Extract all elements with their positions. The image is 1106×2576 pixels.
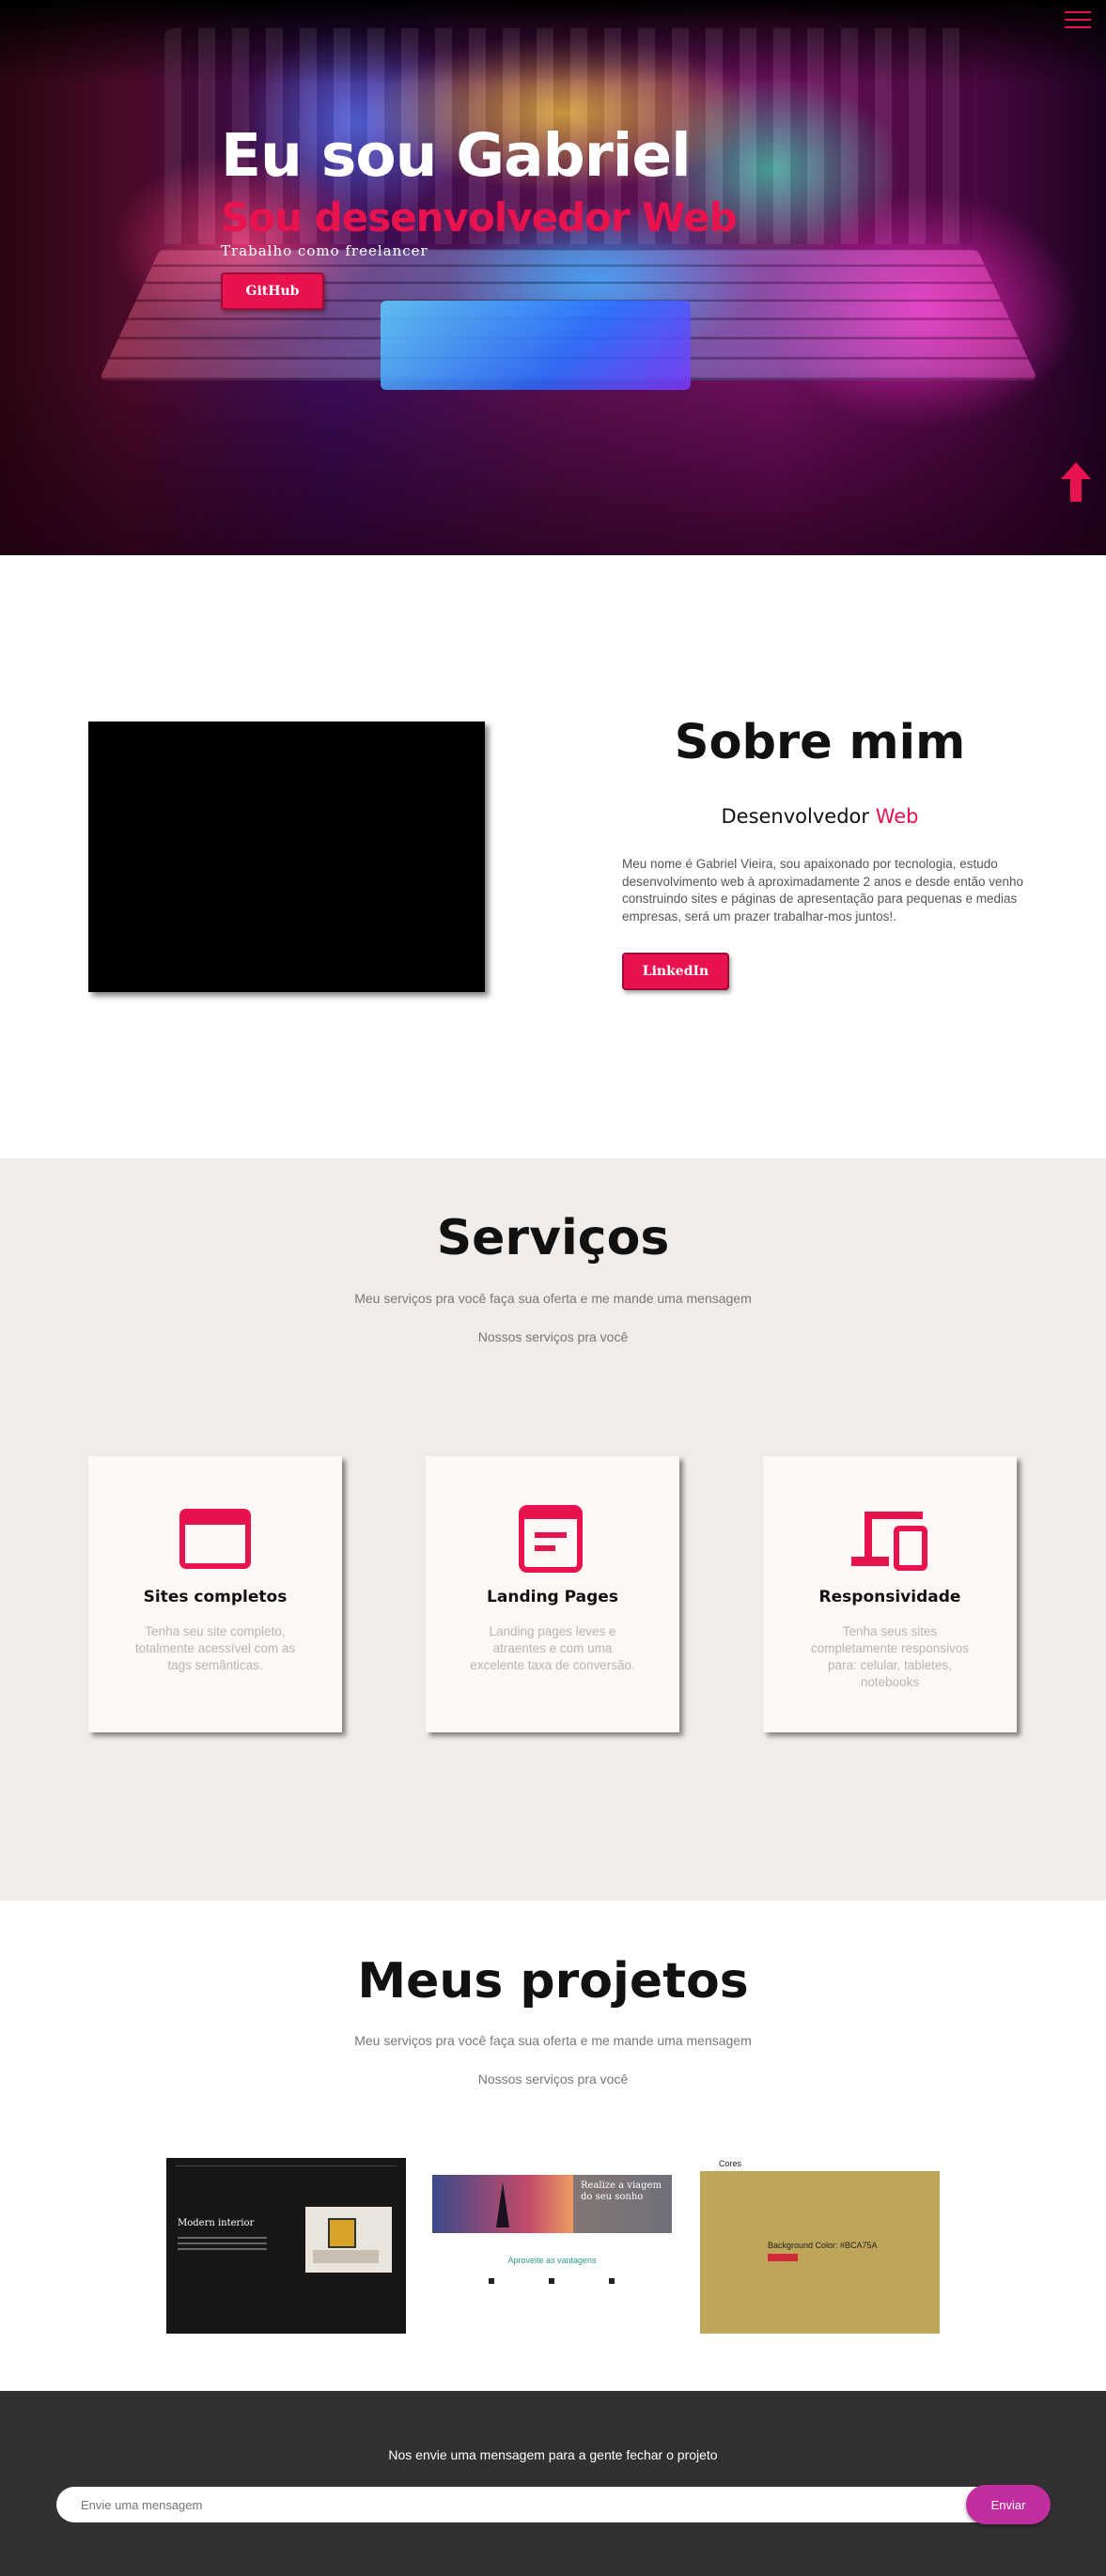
footer-section: Nos envie uma mensagem para a gente fech… bbox=[0, 2391, 1106, 2576]
service-card-sites: Sites completos Tenha seu site completo,… bbox=[88, 1456, 342, 1732]
thumb-heading: Realize a viagem do seu sonho bbox=[581, 2180, 662, 2202]
about-title: Sobre mim bbox=[674, 715, 966, 770]
thumb-nav bbox=[176, 2165, 397, 2168]
thumb-color-text: Background Color: #BCA75A bbox=[768, 2241, 878, 2250]
browser-window-icon bbox=[179, 1509, 251, 1569]
footer-title: Nos envie uma mensagem para a gente fech… bbox=[388, 2447, 718, 2462]
services-section: Serviços Meu serviços pra você faça sua … bbox=[0, 1158, 1106, 1901]
hero-note: Trabalho como freelancer bbox=[221, 242, 428, 259]
service-card-text: Tenha seus sites completamente responsiv… bbox=[810, 1624, 970, 1689]
project-thumb-colors[interactable]: Cores Background Color: #BCA75A bbox=[700, 2158, 940, 2334]
thumb-footer-line bbox=[166, 2320, 406, 2321]
service-card-text: Tenha seu site completo, totalmente aces… bbox=[134, 1624, 296, 1672]
about-role-highlight: Web bbox=[875, 805, 919, 828]
services-title: Serviços bbox=[436, 1210, 670, 1266]
hero-subtitle: Sou desenvolvedor Web bbox=[221, 194, 738, 241]
projects-section: Meus projetos Meu serviços pra você faça… bbox=[0, 1901, 1106, 2391]
thumb-text-lines bbox=[178, 2237, 267, 2239]
projects-subtitle: Meu serviços pra você faça sua oferta e … bbox=[354, 2033, 752, 2048]
service-card-title: Landing Pages bbox=[487, 1588, 618, 1606]
github-button[interactable]: GitHub bbox=[221, 272, 324, 310]
service-card-title: Responsividade bbox=[818, 1588, 961, 1606]
thumb-nav: Cores bbox=[700, 2158, 940, 2171]
devices-icon bbox=[851, 1512, 927, 1571]
about-role-prefix: Desenvolvedor bbox=[721, 805, 876, 828]
thumb-heading: Modern interior bbox=[178, 2218, 255, 2228]
thumb-brand: Cores bbox=[719, 2159, 742, 2168]
service-card-title: Sites completos bbox=[143, 1588, 288, 1606]
hero-text: Eu sou Gabriel Sou desenvolvedor Web Tra… bbox=[221, 120, 738, 310]
article-icon bbox=[519, 1505, 583, 1573]
project-thumb-interior[interactable]: Modern interior bbox=[166, 2158, 406, 2334]
linkedin-button[interactable]: LinkedIn bbox=[622, 953, 729, 990]
about-section: Sobre mim Desenvolvedor Web Meu nome é G… bbox=[0, 555, 1106, 1158]
thumb-subheading: Aproveite as vantagens bbox=[507, 2256, 597, 2265]
thumb-room-image bbox=[305, 2207, 392, 2273]
arrow-up-icon[interactable] bbox=[1059, 462, 1093, 502]
thumb-feature-icons bbox=[489, 2278, 494, 2284]
send-button[interactable]: Enviar bbox=[966, 2485, 1051, 2524]
thumb-button bbox=[768, 2254, 798, 2261]
service-card-responsive: Responsividade Tenha seus sites completa… bbox=[763, 1456, 1017, 1732]
about-role: Desenvolvedor Web bbox=[620, 805, 1020, 828]
projects-caption: Nossos serviços pra você bbox=[477, 2072, 629, 2087]
hero-section: Eu sou Gabriel Sou desenvolvedor Web Tra… bbox=[0, 0, 1106, 555]
trackpad-decoration bbox=[381, 301, 691, 390]
project-thumb-travel[interactable]: Realize a viagem do seu sonho Aproveite … bbox=[432, 2158, 672, 2334]
hero-title: Eu sou Gabriel bbox=[221, 121, 692, 190]
hamburger-menu-icon[interactable] bbox=[1065, 11, 1091, 30]
video-player[interactable] bbox=[88, 722, 485, 992]
message-input[interactable] bbox=[56, 2487, 996, 2522]
projects-title: Meus projetos bbox=[357, 1953, 749, 2010]
services-caption: Nossos serviços pra você bbox=[477, 1329, 629, 1344]
about-text: Meu nome é Gabriel Vieira, sou apaixonad… bbox=[622, 857, 1024, 923]
service-card-text: Landing pages leves e atraentes e com um… bbox=[470, 1624, 635, 1672]
service-card-landing: Landing Pages Landing pages leves e atra… bbox=[426, 1456, 679, 1732]
services-subtitle: Meu serviços pra você faça sua oferta e … bbox=[354, 1291, 752, 1306]
thumb-paris-image: Realize a viagem do seu sonho bbox=[432, 2175, 672, 2233]
